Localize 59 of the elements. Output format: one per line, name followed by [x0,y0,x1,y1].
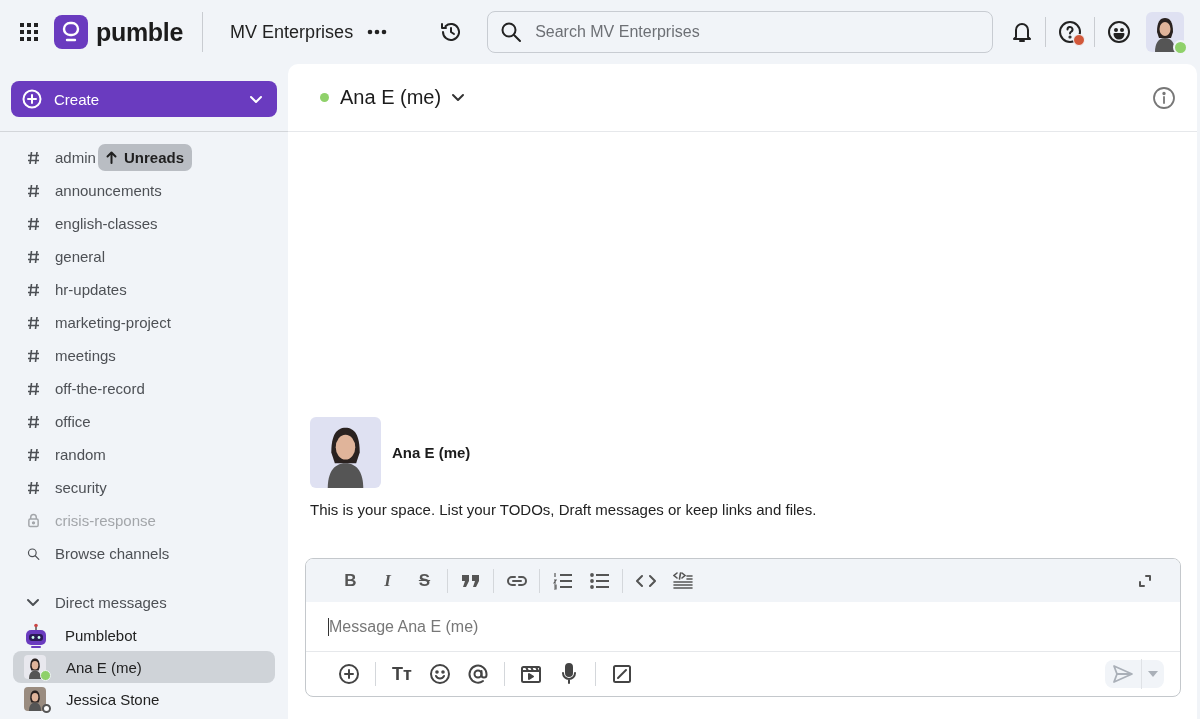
status-emoji-icon[interactable] [1107,20,1132,44]
hash-icon [27,348,40,363]
browse-channels-link[interactable]: Browse channels [55,545,170,562]
avatar [24,655,46,679]
search-field[interactable]: Search MV Enterprises [487,11,994,53]
hash-icon [27,480,40,495]
avatar [24,687,46,711]
intro-text: This is your space. List your TODOs, Draft messages or keep links and files. [310,501,818,518]
info-icon[interactable] [1152,85,1176,110]
section-header: Direct messages [55,594,167,611]
channel-name[interactable]: announcements [55,182,162,199]
conversation-title[interactable]: Ana E (me) [340,86,466,109]
dm-item[interactable]: Ana E (me) [13,651,275,683]
chevron-icon [451,93,466,102]
hash-icon [27,282,40,297]
robot-icon [24,623,48,647]
avatar [310,417,381,488]
hash-icon [27,315,40,330]
hash-icon [27,150,40,165]
search-icon [500,21,523,43]
channel-name[interactable]: security [55,479,107,496]
plus-icon [22,89,42,109]
channel-name[interactable]: general [55,248,106,265]
sender-name: Ana E (me) [392,444,471,461]
dm-item[interactable]: Pumblebot [13,619,275,651]
hash-icon [27,381,40,396]
arrow-up-icon [105,151,118,164]
apps-grid-icon[interactable] [20,23,38,41]
workspace-name[interactable]: MV Enterprises [230,21,354,43]
text-style-button[interactable]: Tт [383,659,421,689]
channel-name[interactable]: meetings [55,347,116,364]
notifications-icon[interactable] [1011,20,1034,44]
channel-name[interactable]: admin [55,149,96,166]
hash-icon [27,249,40,264]
channel-name[interactable]: off-the-record [55,380,145,397]
channel-name[interactable]: office [55,413,91,430]
italic-button[interactable]: I [369,565,406,596]
lock-icon [27,513,40,528]
chevron-icon[interactable] [26,598,40,607]
dm-item[interactable]: Jessica Stone [13,683,275,715]
logo-text: pumble [96,17,184,47]
avatar[interactable] [1146,12,1185,52]
hash-icon [27,414,40,429]
chevron-icon [249,94,263,104]
create-button[interactable]: Create [11,81,277,117]
bold-button[interactable]: B [332,565,369,596]
channel-name[interactable]: english-classes [55,215,158,232]
channel-name[interactable]: marketing-project [55,314,171,331]
more-icon[interactable] [367,29,388,35]
help-icon[interactable] [1058,20,1083,44]
channel-name[interactable]: random [55,446,106,463]
channel-name[interactable]: hr-updates [55,281,127,298]
unreads-pill[interactable]: Unreads [98,144,193,171]
strike-button[interactable]: S [406,565,443,596]
hash-icon [27,216,40,231]
logo-icon [54,15,88,49]
hash-icon [27,183,40,198]
message-field[interactable]: Message Ana E (me) [328,617,1158,636]
hash-icon [27,447,40,462]
